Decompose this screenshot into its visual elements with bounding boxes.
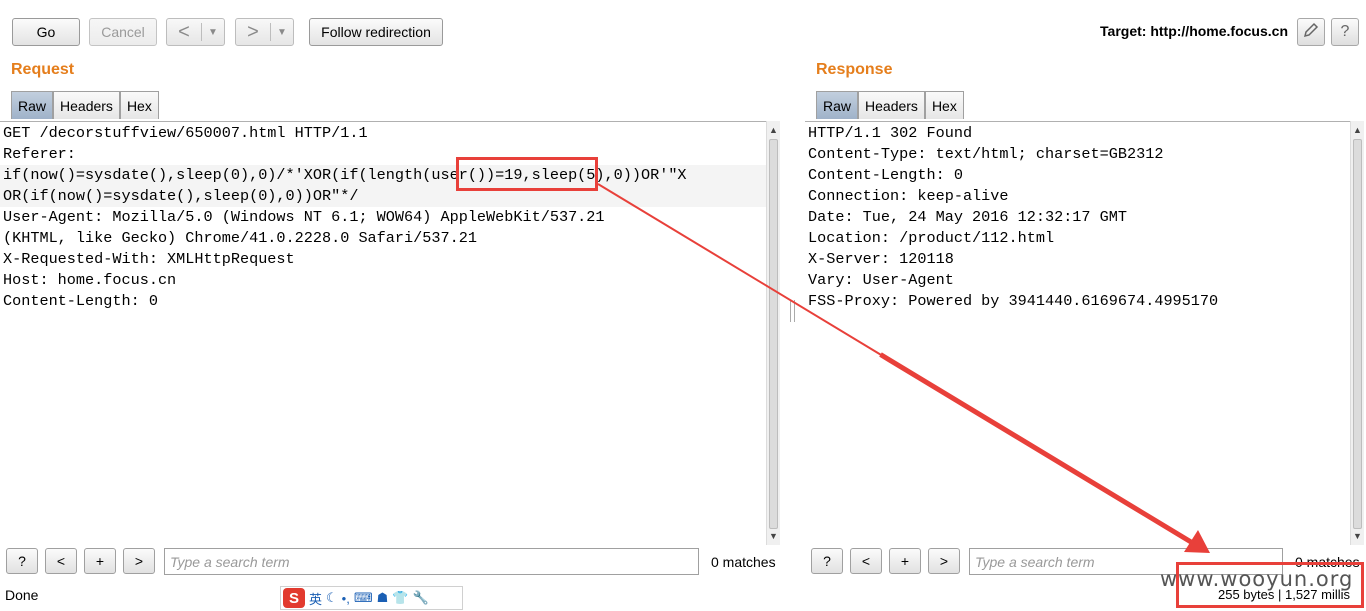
request-tabs: Raw Headers Hex [11, 91, 159, 119]
go-button[interactable]: Go [12, 18, 80, 46]
request-editor[interactable]: GET /decorstuffview/650007.html HTTP/1.1… [0, 121, 768, 545]
ime-toolbar: S 英 ☾ •, ⌨ ☗ 👕 🔧 [280, 586, 463, 610]
help-button[interactable]: ? [1331, 18, 1359, 46]
ime-lang-toggle[interactable]: 英 [309, 589, 322, 608]
response-title: Response [816, 61, 893, 78]
scroll-thumb[interactable] [769, 139, 778, 529]
user-icon[interactable]: ☗ [377, 590, 389, 606]
response-line: Content-Type: text/html; charset=GB2312 [808, 145, 1164, 163]
punctuation-icon[interactable]: •, [342, 591, 350, 606]
keyboard-icon[interactable]: ⌨ [354, 590, 373, 606]
pane-splitter[interactable] [790, 300, 795, 322]
request-search-add-button[interactable]: + [84, 548, 116, 574]
response-line: HTTP/1.1 302 Found [808, 124, 973, 142]
request-line: User-Agent: Mozilla/5.0 (Windows NT 6.1;… [3, 208, 605, 226]
annotation-highlight-box [456, 157, 598, 191]
request-matches: 0 matches [711, 554, 776, 570]
moon-icon[interactable]: ☾ [326, 590, 338, 606]
sogou-logo-icon[interactable]: S [283, 588, 305, 608]
response-editor[interactable]: HTTP/1.1 302 Found Content-Type: text/htm… [805, 121, 1350, 545]
response-tab-hex[interactable]: Hex [924, 91, 964, 119]
request-line: Referer: [3, 145, 76, 163]
back-dropdown-icon[interactable]: ▼ [202, 27, 224, 38]
pencil-icon [1303, 22, 1319, 43]
follow-redirection-button[interactable]: Follow redirection [309, 18, 443, 46]
response-search-prev-button[interactable]: < [850, 548, 882, 574]
response-scrollbar[interactable]: ▲ ▼ [1350, 121, 1364, 545]
request-search-next-button[interactable]: > [123, 548, 155, 574]
response-search-add-button[interactable]: + [889, 548, 921, 574]
request-line: GET /decorstuffview/650007.html HTTP/1.1 [3, 124, 368, 142]
response-search-help-button[interactable]: ? [811, 548, 843, 574]
request-line: X-Requested-With: XMLHttpRequest [3, 250, 295, 268]
target-label: Target: http://home.focus.cn [1100, 23, 1288, 39]
request-line: OR(if(now()=sysdate(),sleep(0),0))OR"*/ [3, 187, 359, 205]
response-line: Connection: keep-alive [808, 187, 1009, 205]
status-text: Done [5, 587, 39, 603]
response-line: Vary: User-Agent [808, 271, 954, 289]
response-line: Location: /product/112.html [808, 229, 1055, 247]
watermark: www.wooyun.org [1160, 567, 1354, 591]
request-search-help-button[interactable]: ? [6, 548, 38, 574]
scroll-down-icon[interactable]: ▼ [1353, 531, 1362, 541]
request-search-prev-button[interactable]: < [45, 548, 77, 574]
request-tab-hex[interactable]: Hex [119, 91, 159, 119]
forward-arrow-icon: > [247, 20, 259, 43]
scroll-down-icon[interactable]: ▼ [769, 531, 778, 541]
request-line: if(now()=sysdate(),sleep(0),0)/*'XOR(if(… [3, 166, 687, 184]
request-tab-raw[interactable]: Raw [11, 91, 54, 119]
request-line: Host: home.focus.cn [3, 271, 177, 289]
help-icon: ? [1340, 23, 1350, 40]
response-line: X-Server: 120118 [808, 250, 954, 268]
response-line: FSS-Proxy: Powered by 3941440.6169674.49… [808, 292, 1219, 310]
response-tab-raw[interactable]: Raw [816, 91, 859, 119]
response-tabs: Raw Headers Hex [816, 91, 964, 119]
forward-button[interactable]: > ▼ [235, 18, 294, 46]
forward-dropdown-icon[interactable]: ▼ [271, 27, 293, 38]
response-tab-headers[interactable]: Headers [858, 91, 925, 119]
response-line: Date: Tue, 24 May 2016 12:32:17 GMT [808, 208, 1127, 226]
scroll-up-icon[interactable]: ▲ [769, 125, 778, 135]
shirt-icon[interactable]: 👕 [392, 590, 408, 606]
request-search-input[interactable] [164, 548, 699, 575]
back-arrow-icon: < [178, 20, 190, 43]
cancel-button[interactable]: Cancel [89, 18, 157, 46]
edit-target-button[interactable] [1297, 18, 1325, 46]
request-line: (KHTML, like Gecko) Chrome/41.0.2228.0 S… [3, 229, 477, 247]
request-line: Content-Length: 0 [3, 292, 158, 310]
request-tab-headers[interactable]: Headers [53, 91, 120, 119]
back-button[interactable]: < ▼ [166, 18, 225, 46]
response-search-next-button[interactable]: > [928, 548, 960, 574]
response-line: Content-Length: 0 [808, 166, 963, 184]
scroll-thumb[interactable] [1353, 139, 1362, 529]
scroll-up-icon[interactable]: ▲ [1353, 125, 1362, 135]
request-title: Request [11, 61, 75, 78]
request-scrollbar[interactable]: ▲ ▼ [766, 121, 780, 545]
wrench-icon[interactable]: 🔧 [412, 590, 428, 606]
